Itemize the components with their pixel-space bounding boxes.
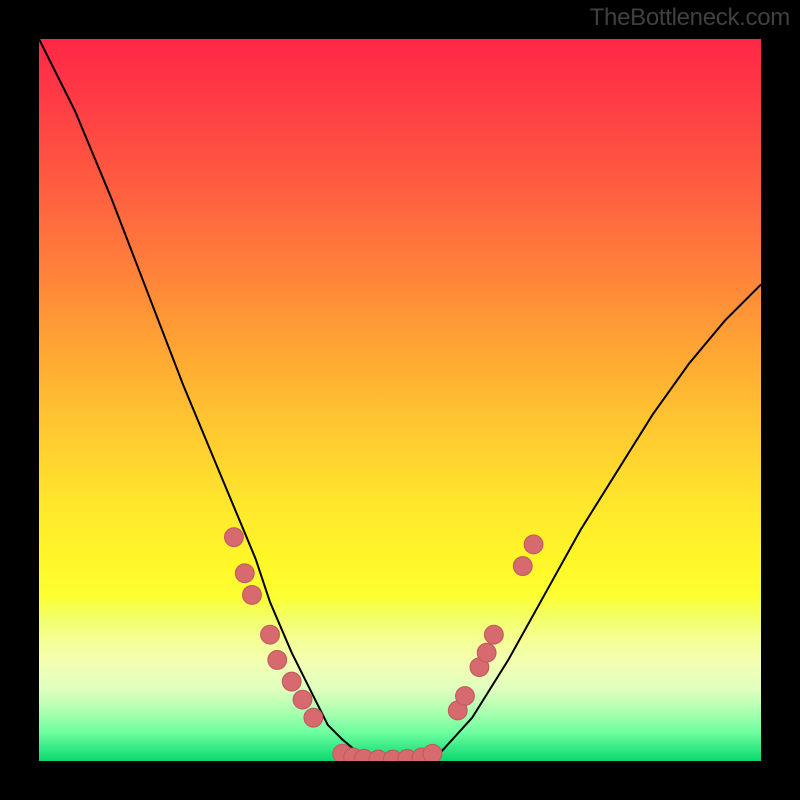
watermark-text: TheBottleneck.com <box>590 4 790 32</box>
chart-container: TheBottleneck.com <box>0 0 800 800</box>
curve-marker-dot <box>293 690 312 709</box>
curve-marker-dot <box>513 557 532 576</box>
curve-marker-dot <box>235 564 254 583</box>
curve-svg <box>39 39 761 761</box>
curve-marker-dot <box>484 625 503 644</box>
curve-marker-dot <box>304 708 323 727</box>
curve-marker-dot <box>268 651 287 670</box>
curve-marker-dot <box>423 744 442 761</box>
curve-marker-dot <box>243 586 262 605</box>
curve-markers <box>225 528 543 761</box>
plot-area <box>39 39 761 761</box>
curve-marker-dot <box>261 625 280 644</box>
curve-marker-dot <box>524 535 543 554</box>
curve-marker-dot <box>456 687 475 706</box>
curve-marker-dot <box>477 643 496 662</box>
curve-marker-dot <box>282 672 301 691</box>
bottleneck-curve <box>39 39 761 761</box>
curve-marker-dot <box>225 528 244 547</box>
